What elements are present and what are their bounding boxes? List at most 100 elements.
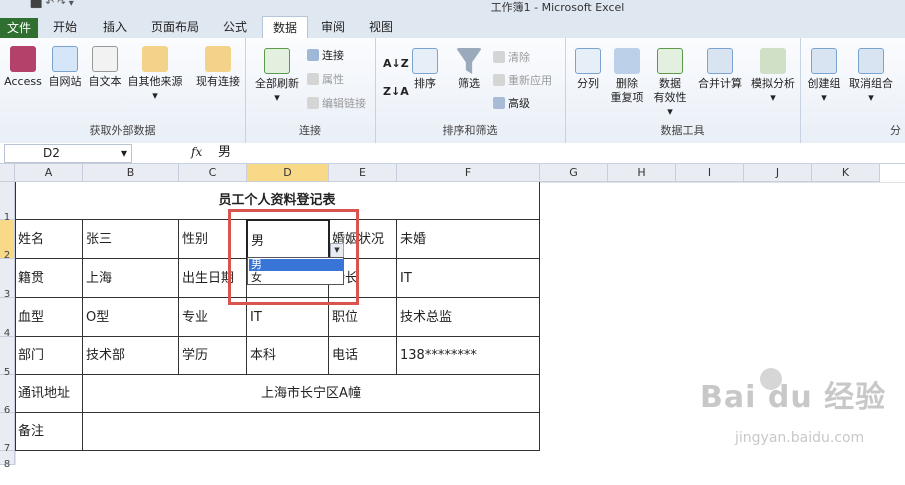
column-header-a[interactable]: A — [15, 164, 83, 182]
sort-button[interactable]: 排序 — [407, 48, 443, 91]
from-text-button[interactable]: 自文本 — [85, 46, 125, 89]
dropdown-arrow-icon[interactable]: ▼ — [330, 243, 344, 258]
group-button[interactable]: 创建组 ▾ — [804, 48, 844, 105]
label-remarks[interactable]: 备注 — [15, 413, 83, 451]
group-icon — [811, 48, 837, 74]
what-if-analysis-button[interactable]: 模拟分析 ▾ — [747, 48, 799, 105]
from-web-button[interactable]: 自网站 — [45, 46, 85, 89]
column-header-d[interactable]: D — [247, 164, 329, 182]
label-department[interactable]: 部门 — [15, 337, 83, 375]
clear-label: 清除 — [508, 51, 530, 64]
label-major[interactable]: 专业 — [179, 298, 247, 337]
group-label-tools: 数据工具 — [660, 124, 705, 137]
existing-connections-icon — [205, 46, 231, 72]
formula-input[interactable]: 男 — [218, 144, 231, 161]
column-header-e[interactable]: E — [329, 164, 397, 182]
column-header-h[interactable]: H — [608, 164, 676, 182]
reapply-button[interactable]: 重新应用 — [493, 73, 552, 89]
tab-formulas[interactable]: 公式 — [220, 16, 250, 38]
tab-file[interactable]: 文件 — [0, 18, 38, 38]
tab-view[interactable]: 视图 — [366, 16, 396, 38]
sort-ascending-button[interactable]: A↓Z — [383, 56, 409, 72]
properties-button[interactable]: 属性 — [307, 72, 344, 88]
from-other-sources-button[interactable]: 自其他来源 ▾ — [125, 46, 185, 103]
label-phone[interactable]: 电话 — [329, 337, 397, 375]
connections-button[interactable]: 连接 — [307, 48, 344, 64]
validation-label-2: 有效性 — [653, 91, 687, 104]
dropdown-option-male[interactable]: 男 — [249, 259, 344, 271]
tab-review[interactable]: 审阅 — [318, 16, 348, 38]
name-box[interactable]: D2 ▾ — [4, 144, 132, 163]
row-header-6[interactable]: 6 — [0, 375, 15, 416]
refresh-all-button[interactable]: 全部刷新 ▾ — [253, 48, 301, 105]
existing-connections-button[interactable]: 现有连接 — [192, 46, 244, 89]
value-department[interactable]: 技术部 — [83, 337, 179, 375]
dropdown-arrow-icon: ▾ — [274, 91, 280, 104]
value-native-place[interactable]: 上海 — [83, 259, 179, 298]
advanced-button[interactable]: 高级 — [493, 96, 530, 112]
text-to-columns-button[interactable]: 分列 — [571, 48, 605, 91]
consolidate-button[interactable]: 合并计算 — [695, 48, 745, 91]
row-header-4[interactable]: 4 — [0, 298, 15, 339]
data-validation-button[interactable]: 数据 有效性 ▾ — [649, 48, 691, 119]
label-name[interactable]: 姓名 — [15, 220, 83, 259]
form-title[interactable]: 员工个人资料登记表 — [15, 182, 540, 220]
column-header-g[interactable]: G — [540, 164, 608, 182]
clear-button[interactable]: 清除 — [493, 50, 530, 66]
consolidate-icon — [707, 48, 733, 74]
value-address[interactable]: 上海市长宁区A幢 — [83, 375, 540, 413]
column-header-b[interactable]: B — [83, 164, 179, 182]
column-header-i[interactable]: I — [676, 164, 744, 182]
tab-insert[interactable]: 插入 — [100, 16, 130, 38]
remove-duplicates-icon — [614, 48, 640, 74]
row-header-8[interactable]: 8 — [0, 451, 15, 470]
column-header-c[interactable]: C — [179, 164, 247, 182]
label-address[interactable]: 通讯地址 — [15, 375, 83, 413]
label-education[interactable]: 学历 — [179, 337, 247, 375]
active-cell-d2[interactable]: 男 — [246, 219, 330, 260]
value-specialty[interactable]: IT — [397, 259, 540, 298]
label-blood-type[interactable]: 血型 — [15, 298, 83, 337]
column-header-f[interactable]: F — [397, 164, 540, 182]
value-name[interactable]: 张三 — [83, 220, 179, 259]
column-header-k[interactable]: K — [812, 164, 880, 182]
properties-icon — [307, 73, 319, 85]
value-major[interactable]: IT — [247, 298, 329, 337]
row-header-1[interactable]: 1 — [0, 182, 15, 223]
label-native-place[interactable]: 籍贯 — [15, 259, 83, 298]
row-header-2[interactable]: 2 — [0, 220, 15, 261]
value-remarks[interactable] — [83, 413, 540, 451]
column-header-j[interactable]: J — [744, 164, 812, 182]
ungroup-button[interactable]: 取消组合 ▾ — [846, 48, 896, 105]
value-phone[interactable]: 138******** — [397, 337, 540, 375]
tab-data[interactable]: 数据 — [262, 16, 308, 39]
label-position[interactable]: 职位 — [329, 298, 397, 337]
label-gender[interactable]: 性别 — [179, 220, 247, 259]
watermark-url: jingyan.baidu.com — [735, 430, 865, 446]
sort-descending-button[interactable]: Z↓A — [383, 84, 409, 100]
select-all-corner[interactable] — [0, 164, 15, 182]
dropdown-option-female[interactable]: 女 — [249, 272, 344, 284]
chevron-down-icon[interactable]: ▾ — [121, 145, 127, 162]
remove-duplicates-button[interactable]: 删除 重复项 — [607, 48, 647, 105]
row-header-5[interactable]: 5 — [0, 337, 15, 378]
value-blood-type[interactable]: O型 — [83, 298, 179, 337]
tab-page-layout[interactable]: 页面布局 — [148, 16, 202, 38]
label-birth-date[interactable]: 出生日期 — [179, 259, 247, 298]
properties-label: 属性 — [322, 73, 344, 86]
text-file-icon — [92, 46, 118, 72]
row-header-7[interactable]: 7 — [0, 413, 15, 454]
value-marital-status[interactable]: 未婚 — [397, 220, 540, 259]
what-if-label: 模拟分析 — [751, 77, 795, 90]
group-data-tools: 分列 删除 重复项 数据 有效性 ▾ 合并计算 模拟分析 ▾ 数据工具 — [565, 38, 801, 143]
filter-button[interactable]: 筛选 — [451, 48, 487, 91]
row-header-3[interactable]: 3 — [0, 259, 15, 300]
value-position[interactable]: 技术总监 — [397, 298, 540, 337]
value-education[interactable]: 本科 — [247, 337, 329, 375]
edit-links-button[interactable]: 编辑链接 — [307, 96, 366, 112]
tab-home[interactable]: 开始 — [50, 16, 80, 38]
filter-label: 筛选 — [458, 77, 480, 90]
access-button[interactable]: Access — [2, 46, 44, 89]
function-icon[interactable]: fx — [191, 144, 202, 161]
dropdown-arrow-icon: ▾ — [868, 91, 874, 104]
